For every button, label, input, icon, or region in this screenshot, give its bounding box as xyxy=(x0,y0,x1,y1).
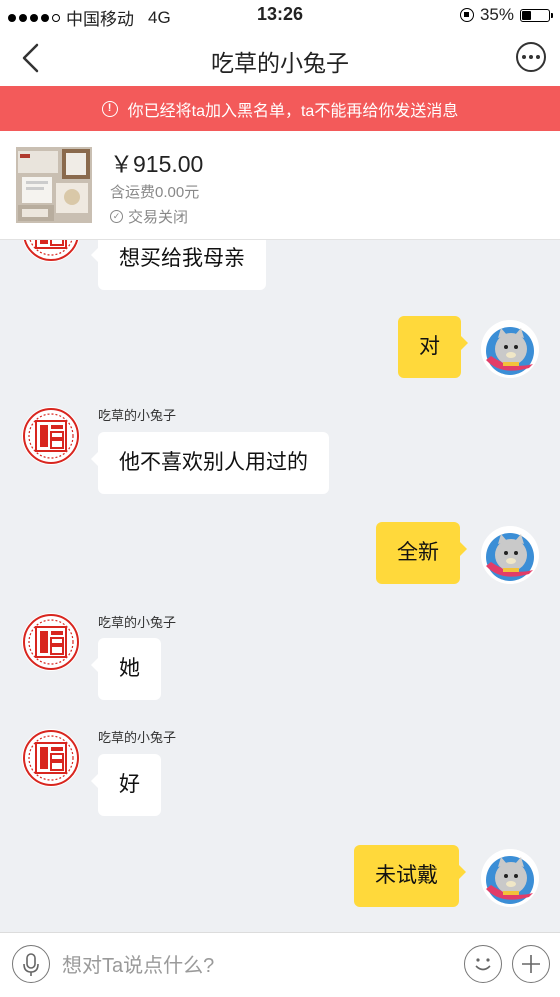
product-image xyxy=(16,147,92,223)
fu-seal-icon xyxy=(23,614,79,670)
sender-nickname: 吃草的小兔子 xyxy=(98,408,177,423)
info-icon: ! xyxy=(101,100,118,117)
sender-nickname: 吃草的小兔子 xyxy=(98,730,177,745)
more-actions-button[interactable] xyxy=(512,945,550,983)
message-bubble-left[interactable]: 他不喜欢别人用过的 xyxy=(91,432,329,494)
smiley-icon xyxy=(475,958,491,971)
sender-nickname: 吃草的小兔子 xyxy=(98,615,177,630)
cat-avatar-icon xyxy=(481,849,539,907)
nav-bar: 吃草的小兔子 xyxy=(0,30,560,86)
orientation-lock-icon xyxy=(459,8,474,22)
message-bubble-right[interactable]: 全新 xyxy=(376,522,467,584)
cat-avatar-icon xyxy=(481,526,539,584)
more-dots-icon xyxy=(522,55,526,59)
fu-seal-icon xyxy=(23,730,79,786)
blacklist-banner: ! 你已经将ta加入黑名单，ta不能再给你发送消息 xyxy=(0,86,560,131)
message-bubble-right[interactable]: 未试戴 xyxy=(354,845,466,907)
plus-icon xyxy=(522,955,540,973)
fu-seal-icon xyxy=(23,408,79,464)
product-thumbnail[interactable] xyxy=(16,147,92,223)
battery-icon xyxy=(520,8,553,22)
more-button[interactable] xyxy=(516,42,546,72)
my-avatar[interactable] xyxy=(481,320,539,378)
other-user-avatar[interactable] xyxy=(22,407,80,465)
fu-seal-icon xyxy=(23,240,79,261)
message-bubble-left[interactable]: 好 xyxy=(91,754,161,816)
emoji-button[interactable] xyxy=(464,945,502,983)
battery-percent: 35% xyxy=(479,5,514,24)
my-avatar[interactable] xyxy=(481,849,539,907)
product-price: ￥915.00 xyxy=(110,151,204,177)
status-right: 35% xyxy=(459,5,553,25)
other-user-avatar[interactable] xyxy=(22,613,80,671)
other-user-avatar[interactable] xyxy=(22,729,80,787)
shipping-fee: 含运费0.00元 xyxy=(110,184,200,201)
page-title: 吃草的小兔子 xyxy=(211,50,349,76)
my-avatar[interactable] xyxy=(481,526,539,584)
deal-status: ✓ 交易关闭 xyxy=(110,206,188,227)
deal-status-label: 交易关闭 xyxy=(128,209,189,226)
cat-avatar-icon xyxy=(481,320,539,378)
message-bubble-right[interactable]: 对 xyxy=(398,316,468,378)
input-bar xyxy=(0,932,560,997)
microphone-icon xyxy=(23,953,39,976)
voice-button[interactable] xyxy=(12,945,50,983)
chat-area[interactable]: 想买给我母亲 对 吃草的小兔子 他不喜欢别人用过的 全新 吃草的小兔子 她 吃草… xyxy=(0,240,560,932)
banner-text: 你已经将ta加入黑名单，ta不能再给你发送消息 xyxy=(127,102,459,120)
status-bar: 中国移动 4G 13:26 35% xyxy=(0,0,560,30)
message-bubble-left[interactable]: 想买给我母亲 xyxy=(91,240,266,290)
message-bubble-left[interactable]: 她 xyxy=(91,638,161,700)
product-card[interactable]: ￥915.00 含运费0.00元 ✓ 交易关闭 xyxy=(0,131,560,240)
check-circle-icon: ✓ xyxy=(110,210,123,223)
other-user-avatar[interactable] xyxy=(22,240,80,262)
message-input[interactable] xyxy=(60,947,454,985)
